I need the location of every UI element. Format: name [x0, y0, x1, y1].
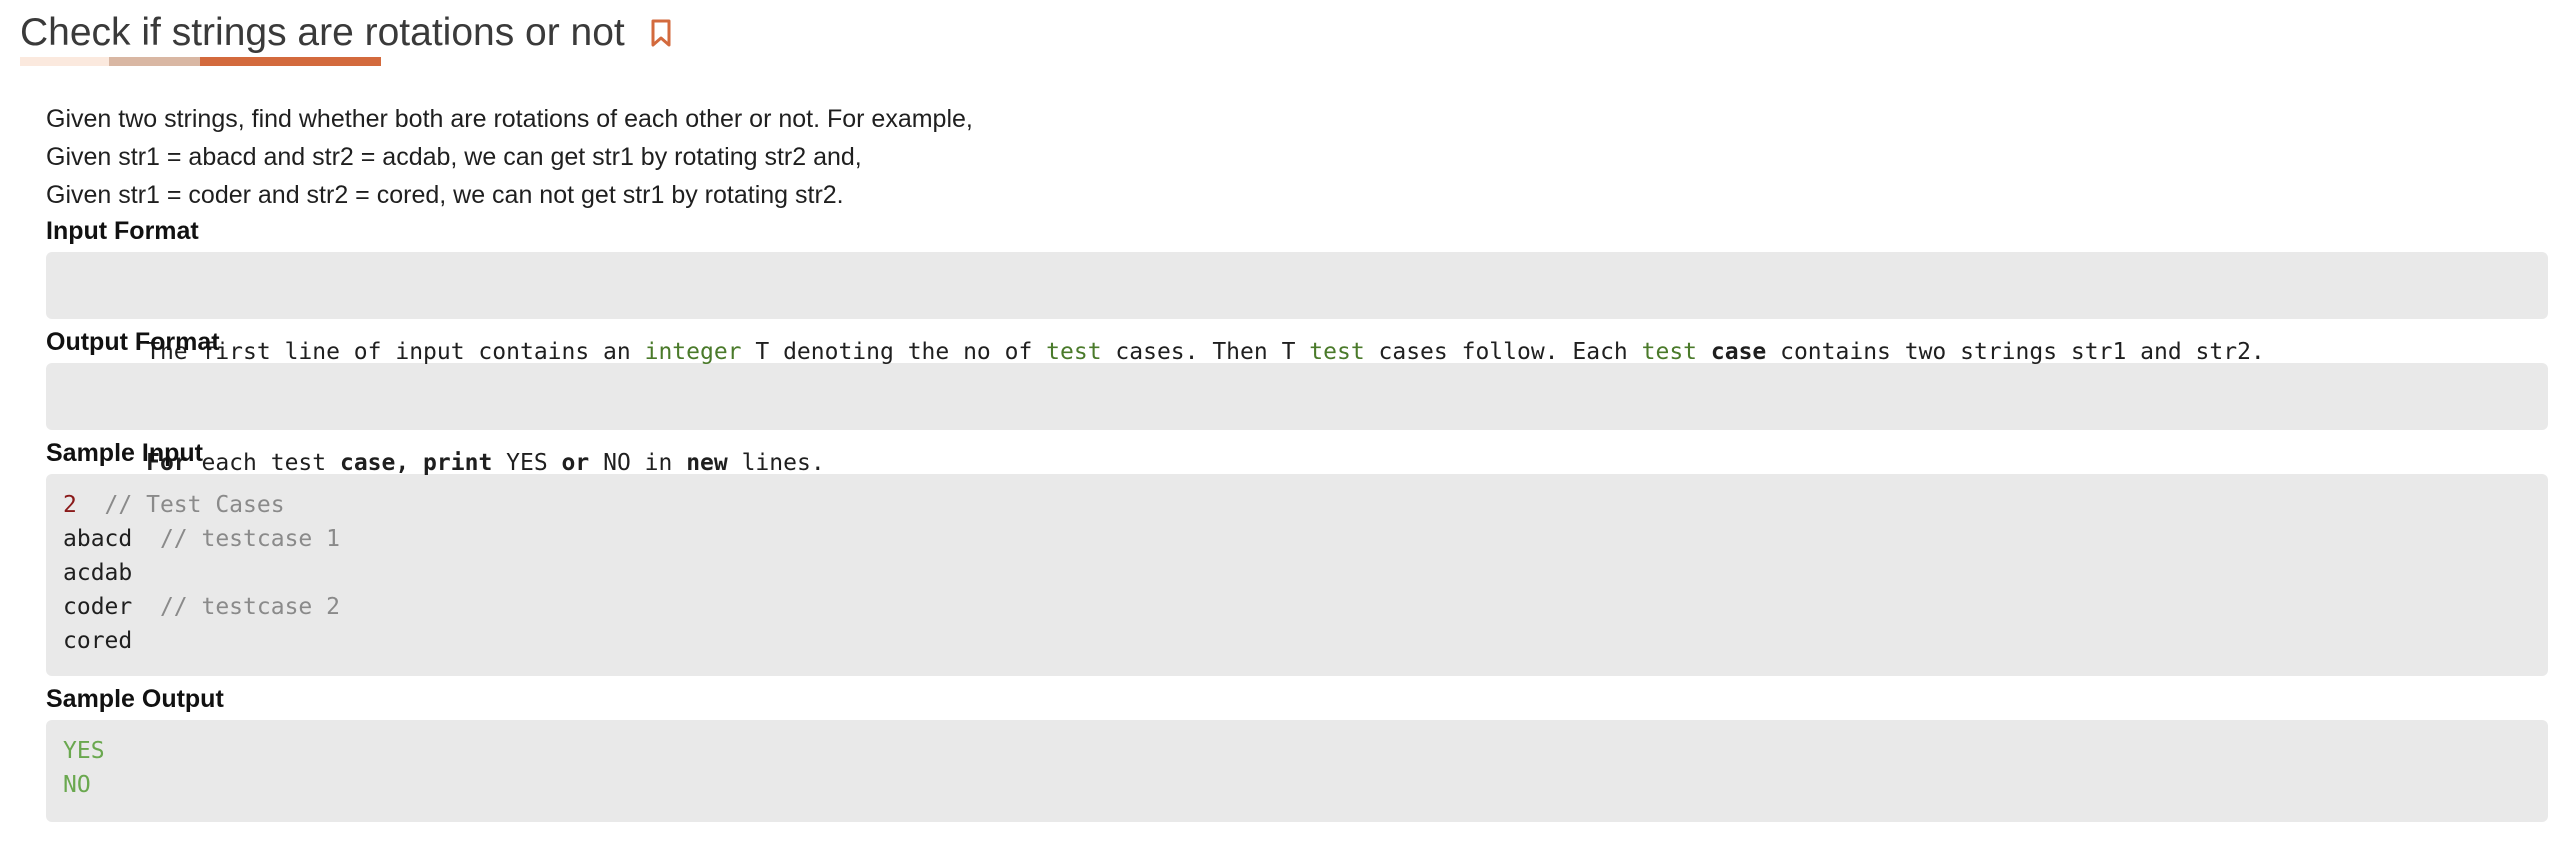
code-text: The first line of input contains an	[146, 339, 645, 365]
underline-segment-accent	[200, 57, 381, 66]
code-text: cored	[63, 628, 133, 654]
description-line: Given str1 = coder and str2 = cored, we …	[46, 181, 844, 209]
sample-output-heading: Sample Output	[46, 685, 224, 713]
input-format-heading: Input Format	[46, 217, 199, 245]
description-line: Given str1 = abacd and str2 = acdab, we …	[46, 143, 862, 171]
underline-segment-light	[20, 57, 109, 66]
code-text: T denoting the no of	[741, 339, 1047, 365]
code-text: acdab	[63, 560, 133, 586]
description: Given two strings, find whether both are…	[46, 100, 2548, 214]
code-text: coder	[63, 594, 133, 620]
code-keyword: test	[1641, 339, 1698, 365]
sample-output-line: YES	[63, 738, 105, 764]
input-format-block: The first line of input contains an inte…	[46, 252, 2548, 365]
sample-output-block: YES NO	[46, 720, 2548, 822]
code-comment: // testcase 1	[132, 526, 340, 552]
sample-input-line: acdab	[63, 556, 2531, 590]
sample-input-block: 2 // Test Cases abacd // testcase 1 acdab c…	[46, 474, 2548, 676]
sample-input-line: cored	[63, 624, 2531, 658]
bookmark-icon[interactable]	[649, 18, 673, 48]
underline-segment-mid	[109, 57, 200, 66]
code-text: YES	[492, 450, 562, 476]
problem-content: Given two strings, find whether both are…	[46, 100, 2548, 822]
code-bold: or	[561, 450, 590, 476]
problem-page: Check if strings are rotations or not Gi…	[0, 0, 2576, 850]
code-keyword: test	[1309, 339, 1365, 365]
code-text: lines.	[727, 450, 825, 476]
code-text: NO in	[589, 450, 687, 476]
title-row: Check if strings are rotations or not	[20, 8, 673, 58]
code-text: cases. Then T	[1101, 339, 1310, 365]
code-keyword: test	[1046, 339, 1102, 365]
sample-output-line: NO	[63, 772, 91, 798]
code-bold: case, print	[339, 450, 493, 476]
code-keyword: integer	[644, 339, 742, 365]
code-text: abacd	[63, 526, 133, 552]
code-number: 2	[63, 492, 77, 518]
page-title: Check if strings are rotations or not	[20, 11, 625, 54]
code-bold: case	[1710, 339, 1767, 365]
code-text: cases follow. Each	[1364, 339, 1642, 365]
code-text: each test	[187, 450, 340, 476]
code-text: contains two strings str1 and str2.	[1766, 339, 2265, 365]
code-bold: new	[686, 450, 728, 476]
title-underline	[20, 57, 381, 66]
sample-input-line: coder // testcase 2	[63, 590, 2531, 624]
code-comment: // testcase 2	[132, 594, 340, 620]
code-comment: // Test Cases	[76, 492, 285, 518]
description-line: Given two strings, find whether both are…	[46, 105, 973, 133]
sample-input-line: abacd // testcase 1	[63, 522, 2531, 556]
